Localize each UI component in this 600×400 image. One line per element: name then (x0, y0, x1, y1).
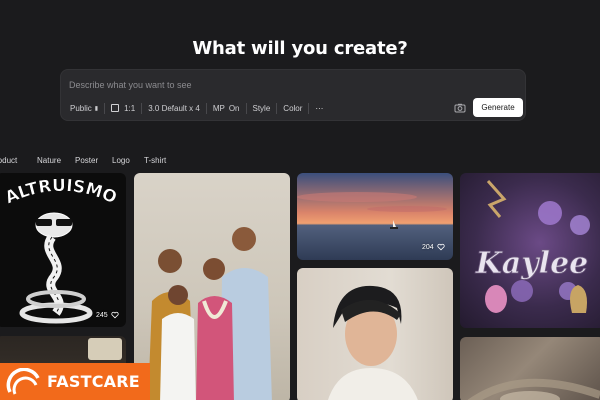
magic-prompt-value: On (228, 103, 240, 113)
category-tab[interactable]: Poster (75, 156, 98, 165)
magic-prompt-label: MP (212, 103, 225, 113)
model-selector[interactable]: 3.0 Default x 4 (142, 100, 206, 116)
square-icon (111, 104, 120, 112)
bottom-right-artwork (467, 378, 600, 400)
gallery-image-bottom-right[interactable] (460, 337, 600, 400)
like-count-value: 245 (96, 311, 108, 319)
aspect-ratio-button[interactable]: 1:1 (105, 100, 141, 116)
color-label: Color (283, 103, 303, 113)
camera-icon (454, 103, 466, 113)
magic-prompt-toggle[interactable]: MP On (207, 100, 246, 116)
more-icon: ⋯ (315, 103, 324, 113)
fastcare-logo-text: FASTCARE (47, 372, 140, 391)
prompt-input[interactable] (69, 77, 509, 93)
color-button[interactable]: Color (277, 100, 308, 116)
prompt-options-bar: Public ▮ 1:1 3.0 Default x 4 MP On Style… (69, 100, 329, 116)
visibility-label: Public (70, 103, 92, 113)
category-tab[interactable]: T-shirt (144, 156, 166, 165)
visibility-toggle[interactable]: Public ▮ (69, 100, 104, 116)
like-count-value: 204 (422, 243, 434, 251)
more-options-button[interactable]: ⋯ (309, 100, 329, 116)
gallery-image-kaylee[interactable]: Kaylee (460, 173, 600, 328)
generate-button[interactable]: Generate (473, 98, 523, 117)
family-artwork (148, 227, 272, 400)
altruismo-artwork: ALTRUISMO (2, 176, 120, 324)
image-upload-button[interactable] (454, 101, 466, 113)
heart-icon (437, 243, 445, 251)
category-tab[interactable]: Logo (112, 156, 130, 165)
page-title: What will you create? (192, 38, 408, 59)
style-button[interactable]: Style (247, 100, 277, 116)
gallery-image-family[interactable] (134, 173, 290, 400)
category-tab[interactable]: roduct (0, 156, 17, 165)
kaylee-artwork: Kaylee (474, 180, 590, 313)
fastcare-watermark: FASTCARE (0, 363, 150, 400)
gallery-image-portrait[interactable] (297, 268, 453, 400)
lock-icon: ▮ (94, 105, 99, 112)
like-count[interactable]: 204 (422, 243, 445, 251)
heart-icon (111, 311, 119, 319)
category-tab[interactable]: Nature (37, 156, 61, 165)
altruismo-title: ALTRUISMO (2, 176, 120, 208)
fastcare-logo-icon (6, 367, 40, 395)
portrait-artwork (328, 285, 418, 400)
aspect-ratio-label: 1:1 (124, 103, 136, 113)
model-label: 3.0 Default x 4 (148, 103, 200, 113)
gallery-image-sunset[interactable]: 204 (297, 173, 453, 260)
kaylee-title: Kaylee (475, 246, 589, 281)
gallery-image-altruismo[interactable]: ALTRUISMO 245 (0, 173, 126, 327)
style-label: Style (252, 103, 271, 113)
prompt-panel: Public ▮ 1:1 3.0 Default x 4 MP On Style… (60, 69, 526, 121)
like-count[interactable]: 245 (96, 311, 119, 319)
